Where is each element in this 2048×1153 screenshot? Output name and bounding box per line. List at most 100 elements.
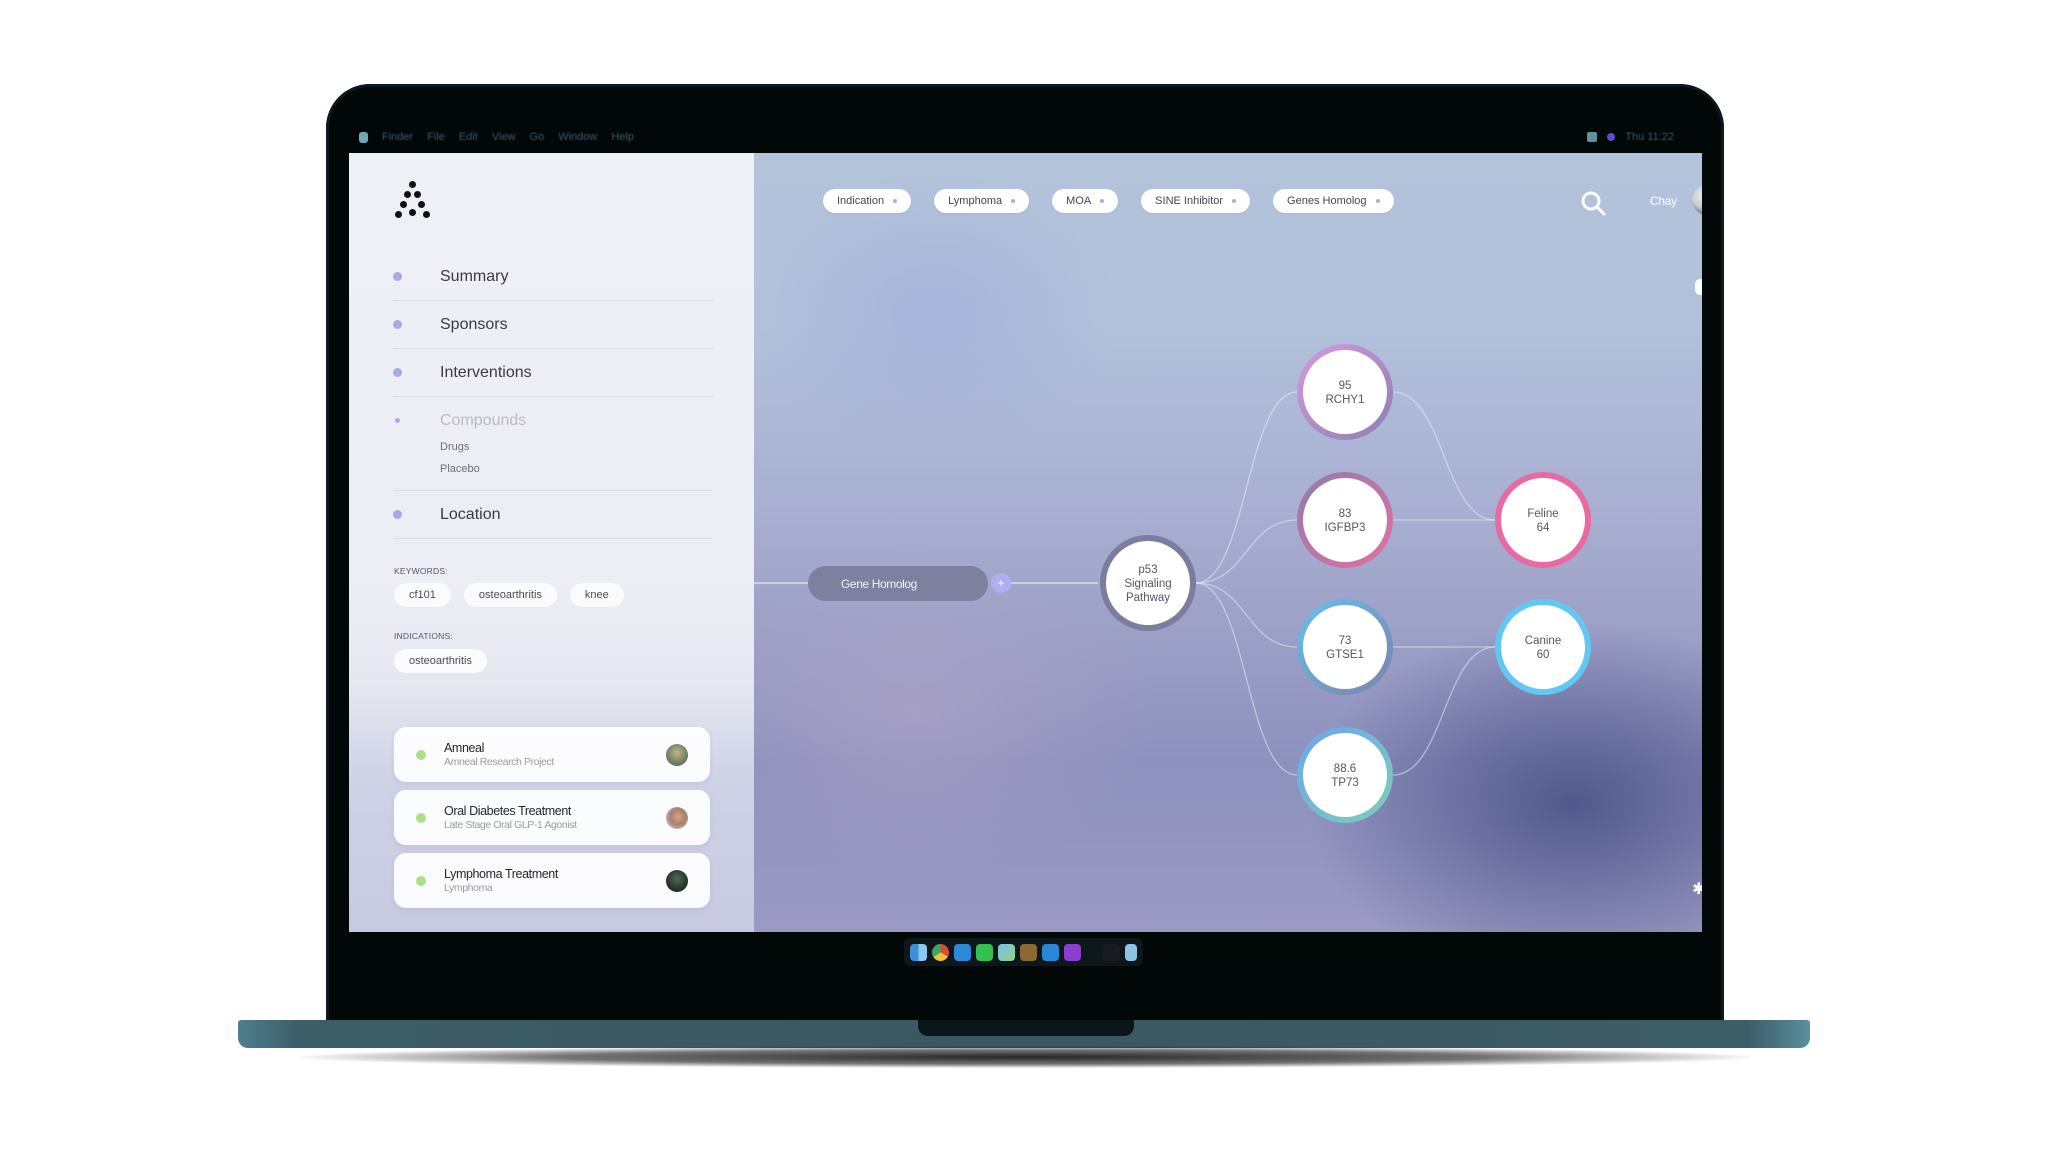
dock-mail-icon[interactable] [954,943,971,961]
laptop-shadow [300,1046,1750,1068]
menu-view[interactable]: View [492,131,516,143]
project-card-amneal[interactable]: Amneal Amneal Research Project [394,727,710,782]
status-dot-icon [416,812,426,823]
keyword-chip[interactable]: cf101 [394,583,451,607]
dock-maps-icon[interactable] [998,943,1015,961]
status-dot-icon [416,875,426,886]
project-subtitle: Late Stage Oral GLP-1 Agonist [444,819,577,831]
plus-icon: + [997,576,1004,590]
node-label: Signaling [1124,578,1171,590]
project-card-oral-diabetes[interactable]: Oral Diabetes Treatment Late Stage Oral … [394,790,710,845]
app-window: Summary Sponsors Interventions Compounds… [349,153,1702,932]
node-label: 60 [1537,649,1550,661]
app-logo-icon[interactable] [393,181,433,223]
sidebar-subitem-placebo[interactable]: Placebo [440,458,713,480]
node-body [1303,478,1387,562]
sidebar-item-sponsors[interactable]: Sponsors [393,301,713,349]
keyword-chip[interactable]: osteoarthritis [463,583,557,607]
dock-keynote-icon[interactable] [1042,943,1059,961]
dock-finder-icon[interactable] [910,943,927,961]
node-label: 64 [1537,522,1550,534]
node-gene-igfbp3[interactable]: 83 IGFBP3 [1297,472,1393,568]
node-body [1303,733,1387,817]
menu-file[interactable]: File [427,131,445,143]
sidebar-item-label: Interventions [440,363,532,381]
sidebar: Summary Sponsors Interventions Compounds… [349,153,754,932]
node-p53-signaling-pathway[interactable]: p53 Signaling Pathway [1100,535,1196,631]
sidebar-item-interventions[interactable]: Interventions [393,349,713,397]
status-dot-icon [416,749,426,760]
edge-root-igfbp3 [1195,519,1298,584]
edge-tp73-canine [1392,646,1496,776]
menu-window[interactable]: Window [558,131,597,143]
menu-finder[interactable]: Finder [382,131,413,143]
node-label: IGFBP3 [1325,522,1366,534]
project-title: Lymphoma Treatment [444,867,558,881]
project-title: Amneal [444,741,484,755]
keywords-chips: cf101 osteoarthritis knee [394,583,624,607]
sidebar-nav: Summary Sponsors Interventions Compounds… [393,253,713,539]
menu-help[interactable]: Help [611,131,634,143]
apple-icon[interactable] [359,131,368,143]
project-card-lymphoma[interactable]: Lymphoma Treatment Lymphoma [394,853,710,908]
indication-chip[interactable]: osteoarthritis [394,649,487,673]
dock-podcasts-icon[interactable] [1064,943,1081,961]
edge-root-rchy1 [1195,391,1298,584]
node-species-feline[interactable]: Feline 64 [1495,472,1591,568]
node-label: 95 [1339,380,1352,392]
avatar[interactable] [666,806,688,829]
edge-root-tp73 [1195,582,1298,776]
menubar-clock[interactable]: Thu 11:22 [1625,131,1674,143]
project-subtitle: Lymphoma [444,882,493,894]
node-label: GTSE1 [1326,649,1364,661]
bullet-icon [393,510,402,519]
mac-menubar: Finder File Edit View Go Window Help Thu… [349,124,1702,150]
indications-chips: osteoarthritis [394,649,487,673]
project-title: Oral Diabetes Treatment [444,804,571,818]
sidebar-subitem-drugs[interactable]: Drugs [440,436,713,458]
graph-canvas[interactable]: Indication Lymphoma MOA SINE Inhibitor G… [754,153,1702,932]
sidebar-item-location[interactable]: Location [393,491,713,539]
bullet-icon [393,368,402,377]
dock-trash-icon[interactable] [1125,943,1137,961]
dock-notes-icon[interactable] [1020,943,1037,961]
node-label: 73 [1339,635,1352,647]
laptop-notch [918,1020,1134,1036]
avatar[interactable] [666,743,688,766]
indications-label: INDICATIONS: [394,631,453,641]
node-gene-rchy1[interactable]: 95 RCHY1 [1297,344,1393,440]
bullet-icon [395,418,400,423]
sidebar-item-label: Compounds [440,411,527,429]
edge-root-gtse1 [1195,582,1298,648]
sidebar-item-summary[interactable]: Summary [393,253,713,301]
bullet-icon [393,320,402,329]
node-body [1303,605,1387,689]
node-label: 88.6 [1334,763,1356,775]
keyword-chip[interactable]: knee [569,583,624,607]
node-body [1303,350,1387,434]
dock-xd-icon[interactable] [1103,943,1120,961]
node-body [1501,605,1585,689]
avatar[interactable] [666,869,688,892]
node-label: TP73 [1331,777,1359,789]
sidebar-item-label: Summary [440,267,509,285]
node-label: Canine [1525,635,1561,647]
edge-rchy1-feline [1392,391,1496,521]
gene-network-graph: Gene Homolog + p53 Signaling Pathway 95 RCHY… [754,344,1591,823]
project-subtitle: Amneal Research Project [444,756,554,768]
node-gene-tp73[interactable]: 88.6 TP73 [1297,727,1393,823]
dock-chrome-icon[interactable] [932,943,949,961]
menu-edit[interactable]: Edit [459,131,478,143]
dock-messages-icon[interactable] [976,943,993,961]
sidebar-group-compounds: Compounds Drugs Placebo [393,397,713,491]
node-body [1501,478,1585,562]
mac-dock [904,938,1143,966]
sidebar-item-label: Location [440,505,501,523]
sidebar-item-label: Sponsors [440,315,508,333]
node-label: Pathway [1126,592,1170,604]
display-icon[interactable] [1587,132,1598,142]
siri-icon[interactable] [1607,133,1616,141]
menu-go[interactable]: Go [530,131,545,143]
node-species-canine[interactable]: Canine 60 [1495,599,1591,695]
node-gene-gtse1[interactable]: 73 GTSE1 [1297,599,1393,695]
